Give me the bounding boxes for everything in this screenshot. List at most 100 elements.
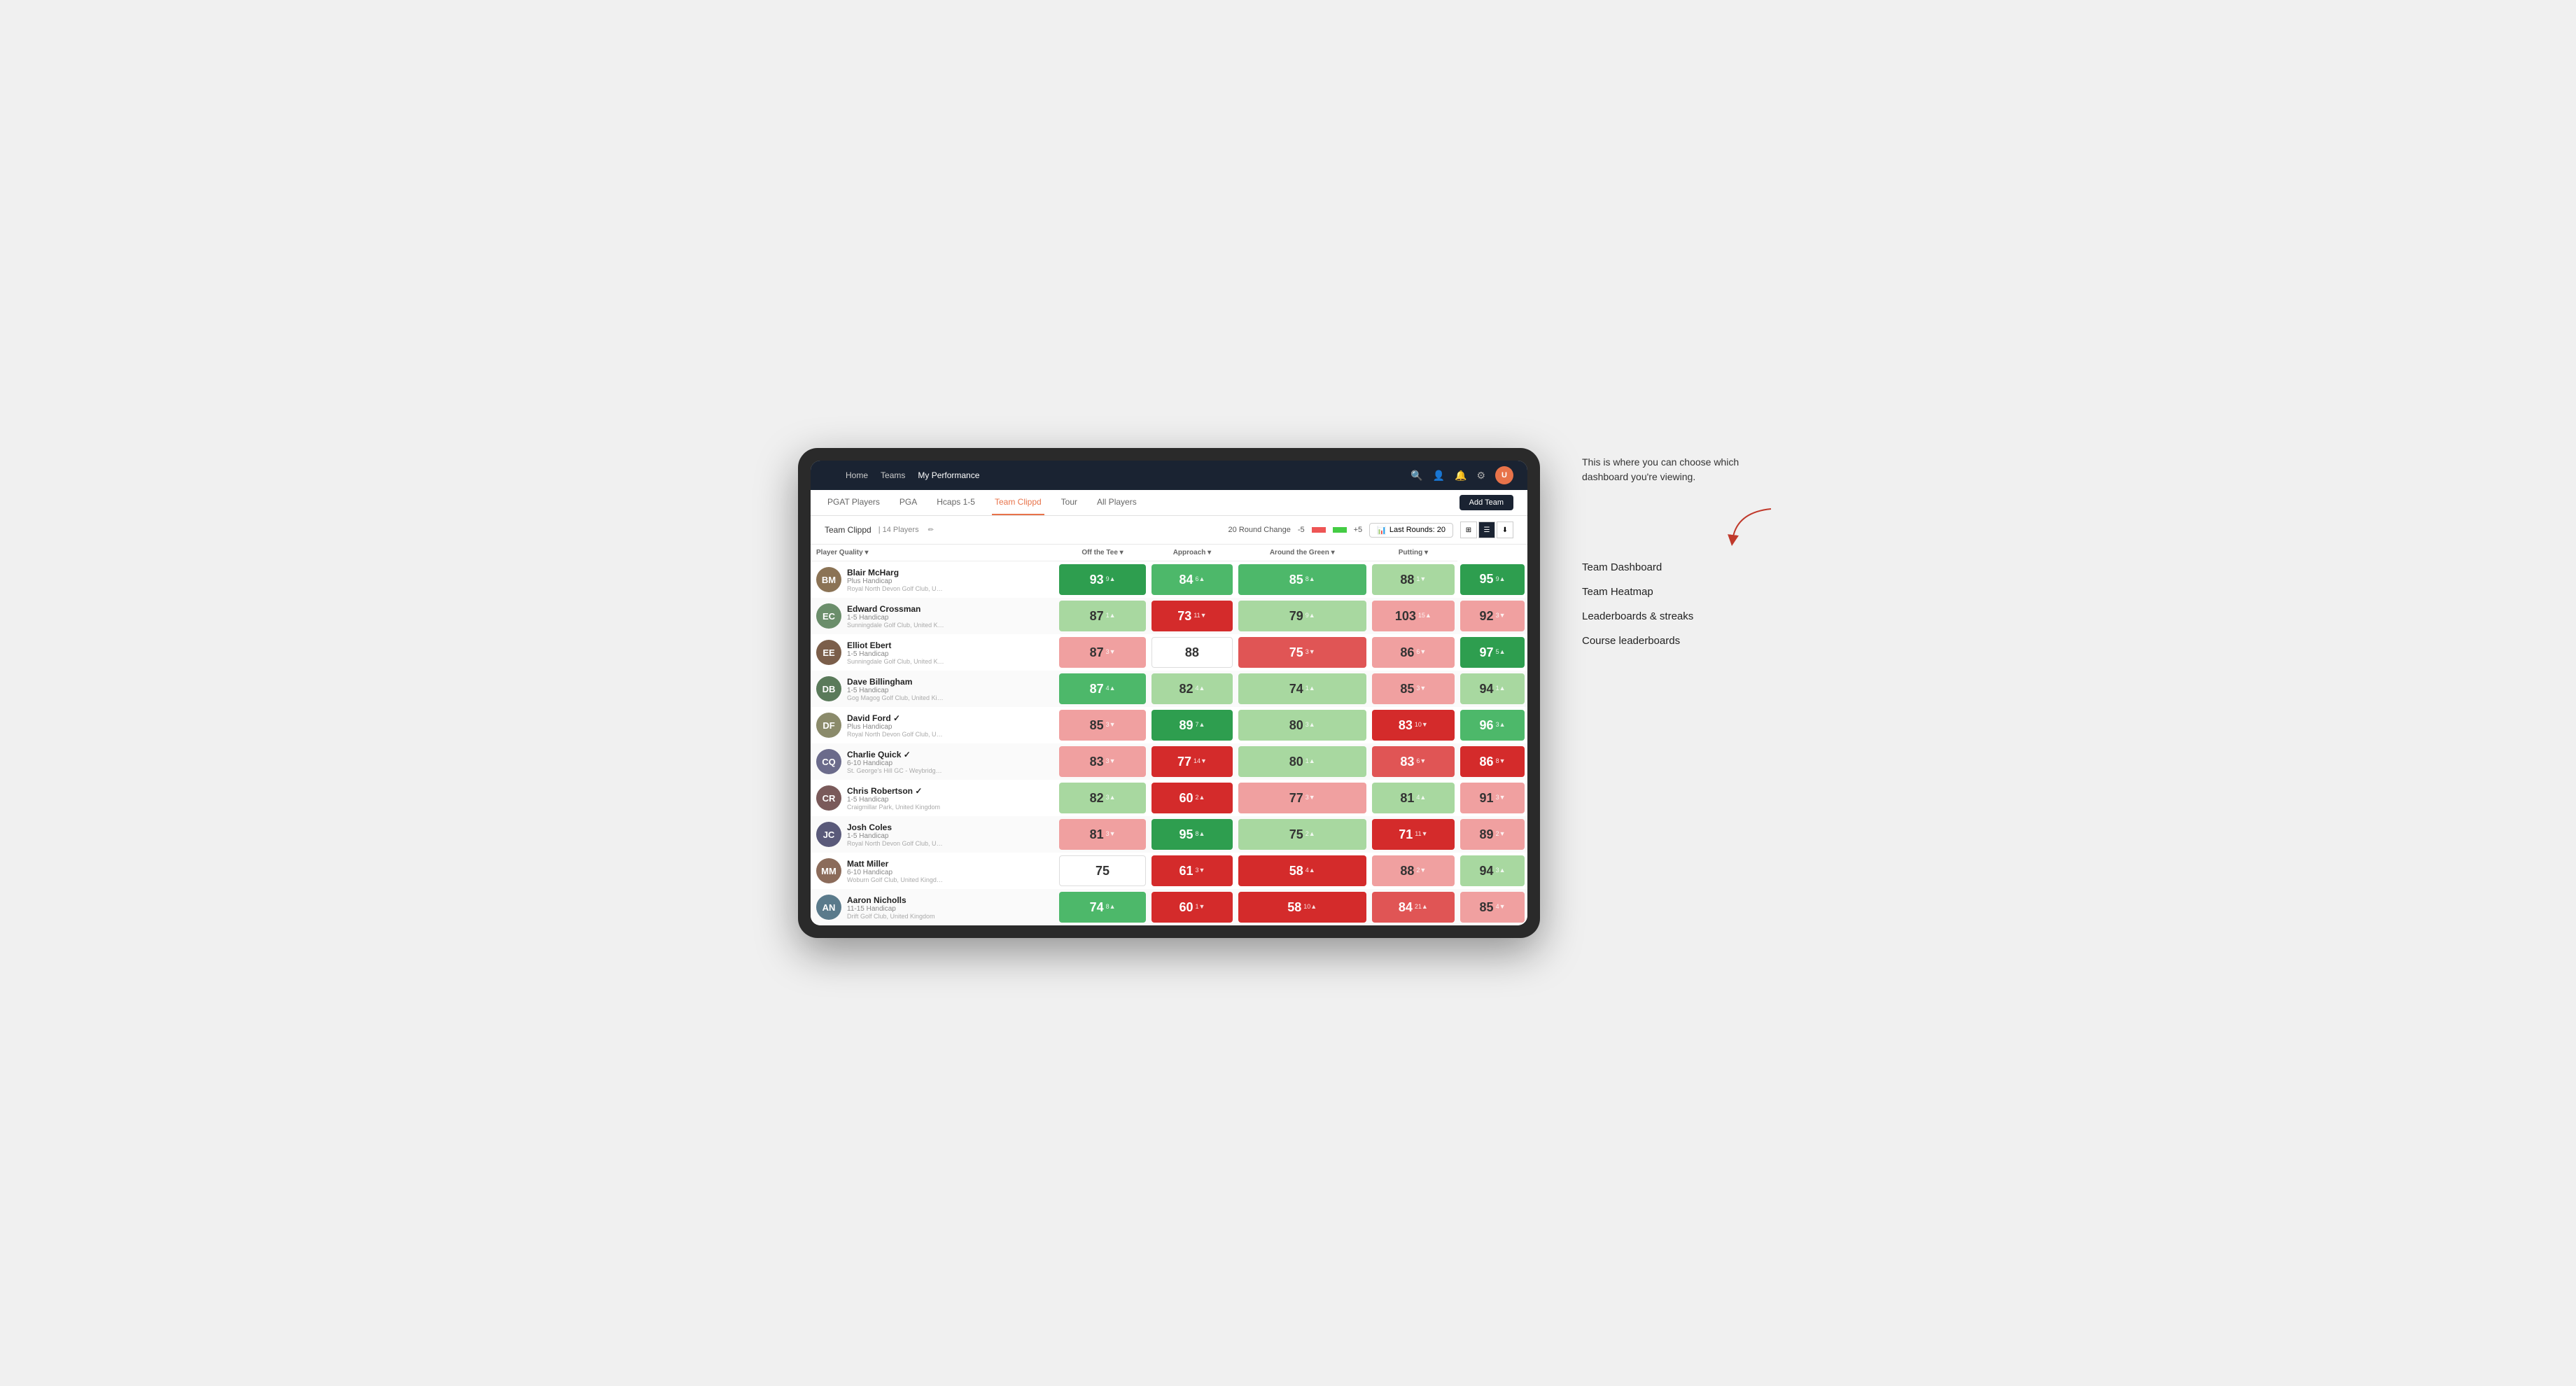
score-value: 84 [1399,900,1413,915]
round-change-plus: +5 [1354,526,1363,534]
score-cell-around_green: 866▼ [1369,634,1457,671]
nav-home[interactable]: Home [846,470,868,480]
menu-option-item[interactable]: Leaderboards & streaks [1582,610,1778,622]
score-change: 14▼ [1194,758,1207,765]
score-change: 3▲ [1306,722,1315,729]
score-value: 85 [1289,573,1303,587]
score-change: 11▼ [1415,831,1427,838]
player-name: Elliot Ebert [847,640,945,650]
annotation-arrow [1582,505,1778,547]
score-cell-putting: 868▼ [1457,743,1527,780]
score-change: 9▲ [1306,612,1315,620]
table-row[interactable]: ANAaron Nicholls11-15 HandicapDrift Golf… [811,889,1527,925]
player-handicap: 1-5 Handicap [847,650,945,658]
menu-option-item[interactable]: Course leaderboards [1582,635,1778,647]
nav-my-performance[interactable]: My Performance [918,470,979,480]
score-change: 2▼ [1416,867,1426,874]
score-value: 80 [1289,718,1303,733]
score-cell-around_green: 814▲ [1369,780,1457,816]
score-cell-off_tee: 824▲ [1149,671,1236,707]
add-team-button[interactable]: Add Team [1460,495,1513,510]
settings-icon[interactable]: ⚙ [1476,470,1485,482]
player-avatar: DF [816,713,841,738]
menu-option-item[interactable]: Team Dashboard [1582,561,1778,573]
tab-pgat-players[interactable]: PGAT Players [825,490,883,515]
table-row[interactable]: EEElliot Ebert1-5 HandicapSunningdale Go… [811,634,1527,671]
score-change: 4▲ [1306,867,1315,874]
bell-icon[interactable]: 🔔 [1455,470,1466,482]
col-around-green[interactable]: Around the Green ▾ [1236,545,1369,561]
score-value: 58 [1289,864,1303,878]
score-value: 60 [1179,791,1193,806]
table-row[interactable]: JCJosh Coles1-5 HandicapRoyal North Devo… [811,816,1527,853]
table-row[interactable]: ECEdward Crossman1-5 HandicapSunningdale… [811,598,1527,634]
view-grid-button[interactable]: ⊞ [1460,522,1477,538]
score-change: 8▲ [1195,831,1205,838]
player-club: Sunningdale Golf Club, United Kingdom [847,658,945,665]
score-change: 3▼ [1306,649,1315,656]
tab-team-clippd[interactable]: Team Clippd [992,490,1044,515]
table-row[interactable]: CQCharlie Quick ✓6-10 HandicapSt. George… [811,743,1527,780]
menu-option-item[interactable]: Team Heatmap [1582,586,1778,598]
player-table-container: Player Quality ▾ Off the Tee ▾ Approach … [811,545,1527,925]
last-rounds-button[interactable]: 📊 Last Rounds: 20 [1369,523,1453,538]
col-off-tee[interactable]: Off the Tee ▾ [1056,545,1149,561]
col-putting[interactable]: Putting ▾ [1369,545,1457,561]
player-avatar: DB [816,676,841,701]
menu-options-list: Team Dashboard Team Heatmap Leaderboards &… [1582,561,1778,647]
score-value: 75 [1289,645,1303,660]
col-approach[interactable]: Approach ▾ [1149,545,1236,561]
player-name: Josh Coles [847,822,945,832]
col-player-quality[interactable]: Player Quality ▾ [811,545,1056,561]
tab-pga[interactable]: PGA [897,490,920,515]
score-value: 88 [1400,573,1414,587]
player-name: Charlie Quick ✓ [847,750,945,760]
player-handicap: 1-5 Handicap [847,832,945,840]
score-cell-approach: 753▼ [1236,634,1369,671]
score-change: 3▼ [1306,794,1315,802]
score-value: 60 [1179,900,1193,915]
table-row[interactable]: DBDave Billingham1-5 HandicapGog Magog G… [811,671,1527,707]
score-change: 3▼ [1496,612,1506,620]
score-cell-approach: 799▲ [1236,598,1369,634]
score-change: 4▼ [1496,904,1506,911]
score-cell-quality: 871▲ [1056,598,1149,634]
user-avatar[interactable]: U [1495,466,1513,484]
score-change: 2▲ [1306,831,1315,838]
score-cell-quality: 75 [1056,853,1149,889]
edit-icon[interactable]: ✏ [928,526,934,534]
table-row[interactable]: CRChris Robertson ✓1-5 HandicapCraigmill… [811,780,1527,816]
search-icon[interactable]: 🔍 [1410,470,1422,482]
score-cell-approach: 773▼ [1236,780,1369,816]
user-icon[interactable]: 👤 [1433,470,1445,482]
score-cell-off_tee: 602▲ [1149,780,1236,816]
player-handicap: Plus Handicap [847,723,945,731]
score-cell-approach: 5810▲ [1236,889,1369,925]
score-value: 95 [1179,827,1193,842]
score-change: 4▲ [1106,685,1116,692]
view-other-button[interactable]: ⬇ [1497,522,1513,538]
nav-links: Home Teams My Performance [846,470,979,480]
player-handicap: 1-5 Handicap [847,687,945,694]
player-info-cell: DFDavid Ford ✓Plus HandicapRoyal North D… [811,707,1056,743]
view-list-button[interactable]: ☰ [1478,522,1495,538]
table-row[interactable]: MMMatt Miller6-10 HandicapWoburn Golf Cl… [811,853,1527,889]
score-cell-putting: 913▼ [1457,780,1527,816]
score-value: 75 [1289,827,1303,842]
score-change: 5▲ [1496,649,1506,656]
last-rounds-icon: 📊 [1377,526,1387,535]
tab-hcaps[interactable]: Hcaps 1-5 [934,490,978,515]
score-change: 3▼ [1106,831,1116,838]
team-count: | 14 Players [878,526,919,534]
score-cell-off_tee: 846▲ [1149,561,1236,598]
table-row[interactable]: DFDavid Ford ✓Plus HandicapRoyal North D… [811,707,1527,743]
score-value: 82 [1179,682,1193,696]
tab-all-players[interactable]: All Players [1094,490,1140,515]
table-row[interactable]: BMBlair McHargPlus HandicapRoyal North D… [811,561,1527,598]
player-info-cell: EEElliot Ebert1-5 HandicapSunningdale Go… [811,634,1056,671]
score-change: 1▼ [1195,904,1205,911]
tab-tour[interactable]: Tour [1058,490,1080,515]
nav-teams[interactable]: Teams [881,470,905,480]
score-cell-approach: 584▲ [1236,853,1369,889]
player-avatar: JC [816,822,841,847]
